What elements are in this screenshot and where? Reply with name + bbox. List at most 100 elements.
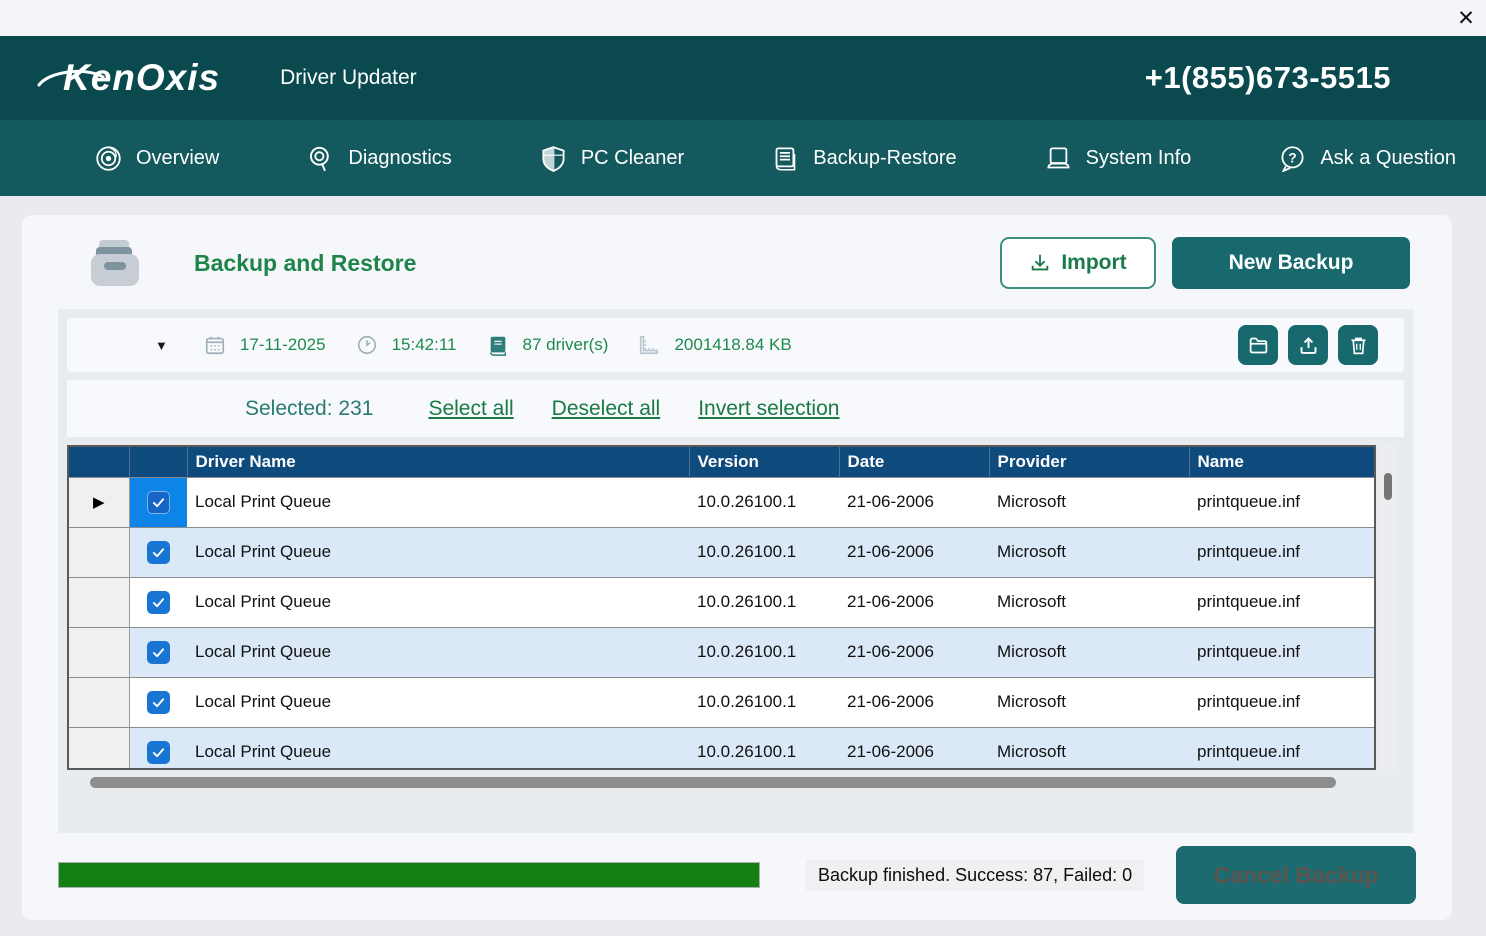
- driver-name-cell[interactable]: Local Print Queue: [187, 477, 689, 527]
- export-button[interactable]: [1288, 325, 1328, 365]
- delete-backup-button[interactable]: [1338, 325, 1378, 365]
- kenoxis-logo: KenOxis: [55, 57, 228, 99]
- provider-cell[interactable]: Microsoft: [989, 677, 1189, 727]
- row-checkbox-cell[interactable]: [129, 577, 187, 627]
- header-provider[interactable]: Provider: [989, 447, 1189, 477]
- header-driver-name[interactable]: Driver Name: [187, 447, 689, 477]
- table-row: ▶ Local Print Queue 10.0.26100.1 21-06-2…: [69, 477, 1374, 527]
- close-icon[interactable]: ✕: [1446, 3, 1486, 33]
- row-checkbox[interactable]: [147, 591, 170, 614]
- row-selector-cell[interactable]: ▶: [69, 677, 129, 727]
- checkmark-icon: [152, 496, 165, 509]
- row-selector-cell[interactable]: ▶: [69, 477, 129, 527]
- driver-name-cell[interactable]: Local Print Queue: [187, 677, 689, 727]
- version-cell[interactable]: 10.0.26100.1: [689, 727, 839, 770]
- name-cell[interactable]: printqueue.inf: [1189, 577, 1374, 627]
- date-cell[interactable]: 21-06-2006: [839, 727, 989, 770]
- new-backup-button[interactable]: New Backup: [1172, 237, 1410, 289]
- provider-cell[interactable]: Microsoft: [989, 727, 1189, 770]
- nav-label: Diagnostics: [348, 147, 451, 170]
- header-gutter: [69, 447, 129, 477]
- backup-time: 15:42:11: [392, 335, 457, 355]
- invert-selection-link[interactable]: Invert selection: [698, 397, 839, 421]
- row-checkbox-cell[interactable]: [129, 477, 187, 527]
- nav-item-diagnostics[interactable]: Diagnostics: [307, 145, 451, 172]
- import-button[interactable]: Import: [1000, 237, 1156, 289]
- row-checkbox[interactable]: [147, 541, 170, 564]
- ask-question-bubble-icon: ?: [1279, 145, 1306, 172]
- diagnostics-magnifier-icon: [307, 145, 334, 172]
- name-cell[interactable]: printqueue.inf: [1189, 627, 1374, 677]
- backup-size: 2001418.84 KB: [674, 335, 791, 355]
- row-selector-cell[interactable]: ▶: [69, 727, 129, 770]
- version-cell[interactable]: 10.0.26100.1: [689, 477, 839, 527]
- name-cell[interactable]: printqueue.inf: [1189, 727, 1374, 770]
- selection-bar: Selected: 231 Select all Deselect all In…: [67, 380, 1404, 437]
- provider-cell[interactable]: Microsoft: [989, 527, 1189, 577]
- select-all-link[interactable]: Select all: [428, 397, 513, 421]
- date-cell[interactable]: 21-06-2006: [839, 577, 989, 627]
- page-title: Backup and Restore: [194, 250, 416, 277]
- table-row: ▶ Local Print Queue 10.0.26100.1 21-06-2…: [69, 527, 1374, 577]
- calendar-icon: [204, 334, 226, 356]
- provider-cell[interactable]: Microsoft: [989, 477, 1189, 527]
- nav-item-overview[interactable]: Overview: [95, 145, 219, 172]
- import-download-icon: [1029, 252, 1051, 274]
- horizontal-scrollbar[interactable]: [67, 776, 1404, 789]
- row-selector-cell[interactable]: ▶: [69, 577, 129, 627]
- vertical-scrollbar-thumb[interactable]: [1384, 473, 1392, 500]
- header-name[interactable]: Name: [1189, 447, 1374, 477]
- cancel-backup-button[interactable]: Cancel Backup: [1176, 846, 1416, 904]
- row-checkbox-cell[interactable]: [129, 627, 187, 677]
- nav-item-pc-cleaner[interactable]: PC Cleaner: [540, 145, 684, 172]
- checkmark-icon: [152, 696, 165, 709]
- row-checkbox-cell[interactable]: [129, 527, 187, 577]
- provider-cell[interactable]: Microsoft: [989, 627, 1189, 677]
- driver-name-cell[interactable]: Local Print Queue: [187, 577, 689, 627]
- main-content: Backup and Restore Import New Backup ▼: [0, 196, 1486, 936]
- version-cell[interactable]: 10.0.26100.1: [689, 527, 839, 577]
- trash-icon: [1348, 335, 1369, 356]
- version-cell[interactable]: 10.0.26100.1: [689, 677, 839, 727]
- name-cell[interactable]: printqueue.inf: [1189, 527, 1374, 577]
- horizontal-scrollbar-thumb[interactable]: [90, 777, 1336, 788]
- table-row: ▶ Local Print Queue 10.0.26100.1 21-06-2…: [69, 627, 1374, 677]
- row-checkbox-cell[interactable]: [129, 677, 187, 727]
- version-cell[interactable]: 10.0.26100.1: [689, 577, 839, 627]
- row-checkbox-cell[interactable]: [129, 727, 187, 770]
- date-cell[interactable]: 21-06-2006: [839, 527, 989, 577]
- open-folder-button[interactable]: [1238, 325, 1278, 365]
- nav-item-system-info[interactable]: System Info: [1045, 145, 1192, 172]
- row-checkbox[interactable]: [147, 741, 170, 764]
- header-version[interactable]: Version: [689, 447, 839, 477]
- row-checkbox[interactable]: [147, 641, 170, 664]
- version-cell[interactable]: 10.0.26100.1: [689, 627, 839, 677]
- provider-cell[interactable]: Microsoft: [989, 577, 1189, 627]
- nav-label: Backup-Restore: [813, 147, 956, 170]
- nav-item-ask-a-question[interactable]: ? Ask a Question: [1279, 145, 1456, 172]
- date-cell[interactable]: 21-06-2006: [839, 627, 989, 677]
- current-row-arrow-icon: ▶: [93, 494, 105, 511]
- driver-name-cell[interactable]: Local Print Queue: [187, 527, 689, 577]
- deselect-all-link[interactable]: Deselect all: [552, 397, 661, 421]
- backup-list-section: ▼ 17-11-2025 15:42:11 87 driver(s): [58, 309, 1413, 833]
- date-cell[interactable]: 21-06-2006: [839, 477, 989, 527]
- row-checkbox[interactable]: [147, 491, 170, 514]
- nav-item-backup-restore[interactable]: Backup-Restore: [772, 145, 956, 172]
- name-cell[interactable]: printqueue.inf: [1189, 677, 1374, 727]
- vertical-scrollbar[interactable]: [1379, 445, 1397, 770]
- row-selector-cell[interactable]: ▶: [69, 627, 129, 677]
- clock-icon: [356, 334, 378, 356]
- row-checkbox[interactable]: [147, 691, 170, 714]
- name-cell[interactable]: printqueue.inf: [1189, 477, 1374, 527]
- row-selector-cell[interactable]: ▶: [69, 527, 129, 577]
- panel-header: Backup and Restore Import New Backup: [22, 215, 1452, 309]
- driver-name-cell[interactable]: Local Print Queue: [187, 727, 689, 770]
- expand-caret-icon[interactable]: ▼: [155, 338, 168, 353]
- table-header-row: Driver Name Version Date Provider Name: [69, 447, 1374, 477]
- driver-name-cell[interactable]: Local Print Queue: [187, 627, 689, 677]
- drivers-book-icon: [487, 334, 509, 356]
- export-upload-icon: [1298, 335, 1319, 356]
- date-cell[interactable]: 21-06-2006: [839, 677, 989, 727]
- header-date[interactable]: Date: [839, 447, 989, 477]
